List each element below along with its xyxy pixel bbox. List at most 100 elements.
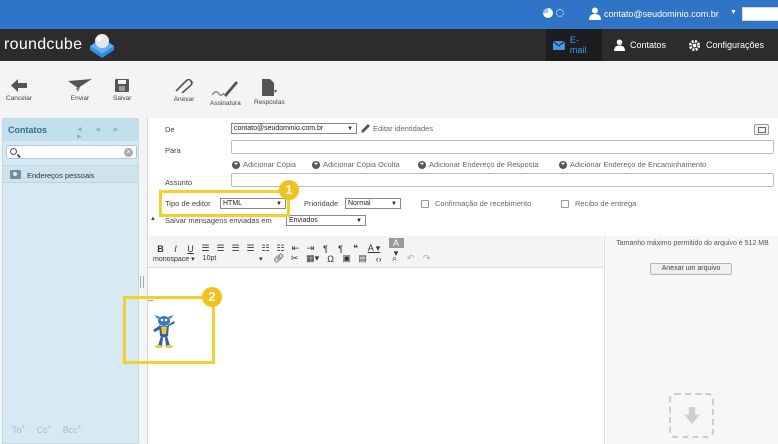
font-family-value: monospace bbox=[153, 255, 190, 263]
cancel-button[interactable]: Cancelar bbox=[6, 79, 32, 102]
edit-identities-link[interactable]: Editar identidades bbox=[361, 124, 433, 133]
bold-icon[interactable]: B bbox=[153, 244, 168, 254]
rtl-icon[interactable]: ¶ bbox=[333, 244, 348, 254]
compose-toolbar: Cancelar Enviar Salvar + Anexar Assinatu… bbox=[0, 61, 778, 116]
clear-search-icon[interactable]: × bbox=[124, 148, 133, 157]
save-sent-value: Enviados bbox=[289, 217, 318, 224]
priority-select[interactable]: Normal ▼ bbox=[345, 198, 401, 209]
add-bcc-label: Bcc bbox=[62, 425, 78, 435]
add-cc-link[interactable]: + Adicionar Cópia bbox=[232, 160, 296, 169]
drop-zone-download-icon[interactable] bbox=[669, 393, 714, 438]
media-icon[interactable]: ▤ bbox=[355, 253, 371, 264]
chevron-down-icon[interactable]: ▼ bbox=[730, 9, 737, 16]
address-book-item[interactable]: Endereços pessoais bbox=[3, 165, 138, 183]
save-sent-select[interactable]: Enviados ▼ bbox=[286, 215, 366, 226]
maximize-button[interactable] bbox=[754, 124, 769, 135]
redo-icon[interactable]: ↷ bbox=[419, 253, 435, 264]
pen-icon bbox=[212, 81, 239, 97]
underline-icon[interactable]: U bbox=[183, 244, 198, 254]
plus-circle-icon: + bbox=[418, 160, 426, 169]
logo-icon bbox=[90, 34, 114, 58]
search-icon bbox=[10, 148, 17, 155]
source-code-icon[interactable]: ‹› bbox=[371, 254, 387, 264]
add-followup-link[interactable]: + Adicionar Endereço de Encaminhamento bbox=[559, 160, 706, 169]
table-icon[interactable]: ▦▾ bbox=[303, 253, 323, 264]
nav-settings[interactable]: Configurações bbox=[681, 29, 778, 61]
link-icon[interactable]: 🔗︎ bbox=[271, 253, 287, 264]
editor-toolbar: B I U ☰ ☰ ☰ ☰ ☷ ☷ ⇤ ⇥ ¶ ¶ ❝ A ▾ A ▾ mono… bbox=[148, 236, 603, 268]
editor-toolbar-row-2: monospace ▾ 10pt ▾ 🔗︎ ✂︎ ▦▾ Ω ▣ ▤ ‹› ⌕ ↶… bbox=[153, 253, 435, 264]
annotation-badge-2: 2 bbox=[202, 287, 222, 307]
subject-label: Assunto bbox=[165, 178, 193, 187]
back-arrow-icon bbox=[11, 79, 27, 92]
responses-label: Respostas bbox=[254, 99, 285, 106]
top-bar: contato@seudominio.com.br ▼ bbox=[0, 0, 778, 29]
attach-label: Anexar bbox=[173, 96, 195, 103]
nav-email[interactable]: E-mail bbox=[546, 29, 602, 61]
splitter-handle[interactable] bbox=[140, 276, 144, 288]
send-label: Enviar bbox=[70, 95, 90, 102]
contacts-panel-header: Contatos ◀ ◀ ▶ ▶ bbox=[3, 119, 138, 141]
add-to-button[interactable]: To+ bbox=[12, 424, 26, 435]
edit-identities-label: Editar identidades bbox=[373, 124, 434, 133]
paperclip-icon: + bbox=[175, 79, 194, 93]
compose-form: De contato@seudominio.com.br ▼ Editar ide… bbox=[140, 118, 778, 444]
nav-email-label: E-mail bbox=[569, 35, 587, 55]
italic-icon[interactable]: I bbox=[168, 244, 183, 254]
collapse-arrow-icon[interactable]: ▲ bbox=[150, 216, 156, 222]
unlink-icon[interactable]: ✂︎ bbox=[287, 253, 303, 264]
from-label: De bbox=[165, 125, 175, 134]
save-sent-label: Salvar mensagens enviadas em bbox=[165, 216, 272, 225]
nav-contacts[interactable]: Contatos bbox=[607, 29, 679, 61]
find-replace-icon[interactable]: ⌕ bbox=[387, 253, 403, 264]
plus-circle-icon: + bbox=[312, 160, 320, 169]
send-button[interactable]: Enviar bbox=[68, 79, 92, 102]
nav-contacts-label: Contatos bbox=[630, 40, 667, 50]
from-select[interactable]: contato@seudominio.com.br ▼ bbox=[231, 123, 357, 134]
add-bcc-button[interactable]: Bcc+ bbox=[63, 424, 82, 435]
subject-input[interactable] bbox=[231, 173, 774, 187]
image-icon[interactable]: ▣ bbox=[339, 253, 355, 264]
quota-pie-icon[interactable] bbox=[543, 8, 553, 18]
priority-value: Normal bbox=[348, 200, 371, 207]
font-family-select[interactable]: monospace ▾ bbox=[153, 255, 195, 263]
attach-file-button[interactable]: Anexar um arquivo bbox=[650, 263, 732, 275]
contacts-pager[interactable]: ◀ ◀ ▶ ▶ bbox=[77, 126, 138, 140]
add-bcc-link[interactable]: + Adicionar Cópia Oculta bbox=[312, 160, 400, 169]
user-menu[interactable]: contato@seudominio.com.br bbox=[604, 9, 719, 19]
logo[interactable]: roundcube bbox=[4, 36, 82, 54]
chevron-down-icon: ▼ bbox=[347, 126, 353, 132]
to-input[interactable] bbox=[231, 140, 774, 154]
contacts-search-input[interactable]: × bbox=[6, 145, 137, 159]
pencil-icon bbox=[361, 124, 370, 133]
quick-search-input[interactable] bbox=[742, 7, 778, 21]
special-char-icon[interactable]: Ω bbox=[323, 254, 339, 264]
user-icon bbox=[589, 7, 601, 20]
contacts-icon bbox=[614, 39, 625, 51]
svg-text:+: + bbox=[190, 80, 194, 87]
nav-settings-label: Configurações bbox=[706, 40, 765, 50]
attach-button[interactable]: + Anexar bbox=[172, 79, 196, 103]
ltr-icon[interactable]: ¶ bbox=[318, 244, 333, 254]
save-label: Salvar bbox=[113, 95, 132, 102]
font-size-value: 10pt bbox=[202, 254, 217, 262]
save-button[interactable]: Salvar bbox=[113, 79, 131, 102]
priority-label: Prioridade bbox=[304, 199, 339, 208]
address-book-label: Endereços pessoais bbox=[27, 171, 95, 180]
add-cc-link-label: Adicionar Cópia bbox=[243, 160, 296, 169]
font-size-select[interactable]: 10pt ▾ bbox=[203, 255, 263, 263]
plus-icon: + bbox=[47, 424, 52, 431]
add-reply-to-link[interactable]: + Adicionar Endereço de Resposta bbox=[418, 160, 539, 169]
add-cc-button[interactable]: Cc+ bbox=[37, 424, 52, 435]
to-label: Para bbox=[165, 146, 181, 155]
cancel-label: Cancelar bbox=[6, 95, 33, 102]
from-value: contato@seudominio.com.br bbox=[234, 125, 324, 132]
signature-button[interactable]: Assinatura bbox=[210, 79, 241, 107]
settings-sun-icon[interactable] bbox=[556, 9, 564, 17]
app-header: roundcube E-mail Contatos Configurações bbox=[0, 29, 778, 61]
delivery-checkbox[interactable]: Recibo de entrega bbox=[561, 199, 636, 208]
responses-button[interactable]: ▾ Respostas bbox=[254, 79, 285, 106]
gear-icon bbox=[688, 39, 701, 51]
receipt-checkbox[interactable]: Confirmação de recebimento bbox=[421, 199, 531, 208]
undo-icon[interactable]: ↶ bbox=[403, 253, 419, 264]
